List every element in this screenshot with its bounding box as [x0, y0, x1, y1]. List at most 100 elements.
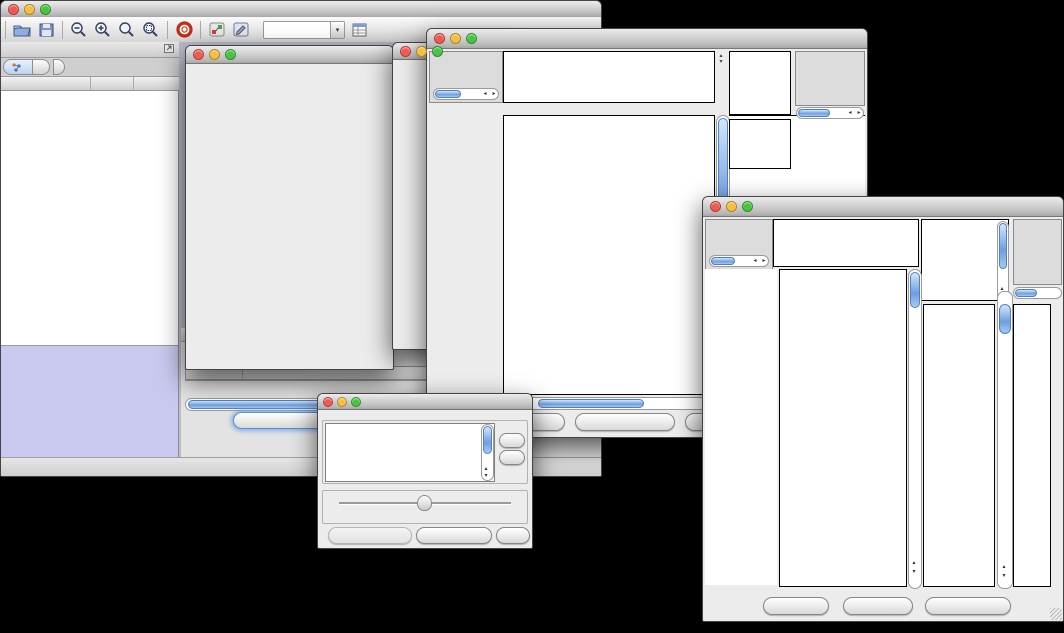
- usage-hints-scrollbar[interactable]: [1013, 287, 1062, 299]
- scroll-right-icon[interactable]: ▸: [855, 110, 863, 116]
- animate-vizmap-button[interactable]: [328, 527, 412, 544]
- help-icon[interactable]: [173, 20, 195, 40]
- attribute-list-scrollbar[interactable]: ▴ ▾: [481, 424, 494, 481]
- close-button[interactable]: [434, 33, 445, 44]
- zoom-heatmap-panel[interactable]: [923, 304, 995, 587]
- zoom-button[interactable]: [351, 397, 361, 407]
- scroll-thumb[interactable]: [999, 223, 1007, 269]
- move-up-button[interactable]: [499, 433, 525, 448]
- modify-network-icon[interactable]: [206, 20, 228, 40]
- close-button[interactable]: [193, 49, 204, 60]
- export-graphics-button[interactable]: [575, 413, 675, 431]
- close-button[interactable]: [710, 201, 721, 212]
- scroll-right-icon[interactable]: ▸: [760, 258, 768, 264]
- minimize-button[interactable]: [209, 49, 220, 60]
- scroll-down-icon[interactable]: ▾: [482, 473, 490, 479]
- zoom-button[interactable]: [742, 201, 753, 212]
- zoom-in-icon[interactable]: [92, 20, 114, 40]
- treeview2-titlebar[interactable]: [703, 197, 1063, 217]
- birdseye-canvas[interactable]: [1, 346, 178, 458]
- close-button[interactable]: [323, 397, 333, 407]
- scroll-thumb[interactable]: [910, 272, 920, 308]
- annotation-icon[interactable]: [230, 20, 252, 40]
- zoom-selected-icon[interactable]: [140, 20, 162, 40]
- zoom-button[interactable]: [432, 46, 443, 57]
- search-input[interactable]: [264, 23, 330, 36]
- scroll-thumb[interactable]: [435, 90, 461, 98]
- done-button[interactable]: [496, 527, 530, 544]
- col-nodes[interactable]: [91, 77, 134, 90]
- minimize-button[interactable]: [450, 33, 461, 44]
- column-dendrogram-panel[interactable]: [503, 51, 715, 103]
- row-dendrogram-canvas[interactable]: [429, 103, 501, 397]
- move-down-button[interactable]: [499, 450, 525, 465]
- tab-network[interactable]: [3, 59, 33, 75]
- column-labels-scrollbar[interactable]: ▴ ▾: [997, 221, 1009, 301]
- zoom-out-icon[interactable]: [68, 20, 90, 40]
- network-window-titlebar[interactable]: [186, 46, 393, 64]
- heatmap-canvas[interactable]: [780, 270, 906, 586]
- zoom-fit-icon[interactable]: [116, 20, 138, 40]
- heatmap-panel[interactable]: [779, 269, 907, 587]
- correlation-matrix-panel[interactable]: [729, 119, 791, 169]
- dialog-titlebar[interactable]: [318, 394, 532, 410]
- settings-button[interactable]: [763, 597, 829, 615]
- tab-vizmapper[interactable]: [33, 59, 50, 75]
- col-network[interactable]: [1, 77, 91, 90]
- birdseye-view[interactable]: [1, 345, 178, 459]
- scroll-right-icon[interactable]: ▸: [490, 91, 498, 97]
- zoom-button[interactable]: [40, 4, 51, 15]
- scroll-up-icon[interactable]: ▴: [1000, 564, 1008, 570]
- zoom-heatmap-canvas[interactable]: [924, 305, 994, 586]
- scroll-up-icon[interactable]: ▴: [910, 560, 918, 566]
- resize-grip[interactable]: [1050, 608, 1062, 620]
- scroll-thumb[interactable]: [798, 109, 830, 117]
- scroll-thumb[interactable]: [999, 304, 1011, 334]
- gene-list-scrollbar[interactable]: ▴ ▾: [997, 291, 1013, 589]
- minimize-button[interactable]: [416, 46, 427, 57]
- create-vizmap-button[interactable]: [416, 527, 492, 544]
- save-data-button[interactable]: [843, 597, 913, 615]
- scroll-left-icon[interactable]: ◂: [846, 110, 854, 116]
- attribute-list[interactable]: [325, 423, 495, 482]
- gene-list[interactable]: [1013, 304, 1051, 587]
- attribute-browser-icon[interactable]: [349, 20, 371, 40]
- minimize-button[interactable]: [337, 397, 347, 407]
- scroll-down-icon[interactable]: ▾: [910, 569, 918, 575]
- heatmap-panel[interactable]: [503, 115, 715, 395]
- col-edges[interactable]: [134, 77, 179, 90]
- close-button[interactable]: [8, 4, 19, 15]
- row-dendrogram-canvas[interactable]: [705, 269, 777, 585]
- main-titlebar[interactable]: [1, 1, 601, 18]
- scroll-thumb[interactable]: [711, 257, 735, 265]
- close-button[interactable]: [400, 46, 411, 57]
- treeview1-titlebar[interactable]: [427, 29, 867, 49]
- column-dendrogram-canvas[interactable]: [504, 52, 714, 102]
- dendrogram-zoom-arrows[interactable]: ▴▾: [716, 53, 726, 65]
- heatmap-canvas[interactable]: [504, 116, 714, 394]
- usage-hints-scrollbar[interactable]: ◂ ▸: [796, 107, 864, 119]
- scroll-left-icon[interactable]: ◂: [481, 91, 489, 97]
- search-dropdown-icon[interactable]: ▾: [330, 22, 344, 38]
- tab-overflow-button[interactable]: [53, 59, 65, 75]
- slider-thumb[interactable]: [417, 495, 432, 511]
- minimize-button[interactable]: [726, 201, 737, 212]
- minimize-button[interactable]: [24, 4, 35, 15]
- save-session-icon[interactable]: [35, 20, 57, 40]
- scroll-thumb[interactable]: [483, 426, 492, 454]
- heatmap-hscrollbar[interactable]: [503, 397, 717, 410]
- export-graphics-button[interactable]: [925, 597, 1011, 615]
- view-status-scrollbar[interactable]: ◂ ▸: [709, 255, 769, 267]
- zoom-button[interactable]: [225, 49, 236, 60]
- view-status-scrollbar[interactable]: ◂ ▸: [433, 88, 499, 100]
- heatmap-vscrollbar[interactable]: ▴ ▾: [908, 269, 922, 589]
- zoom-button[interactable]: [466, 33, 477, 44]
- float-panel-icon[interactable]: [164, 44, 174, 56]
- network-view-canvas[interactable]: [186, 64, 391, 368]
- scroll-up-icon[interactable]: ▴: [482, 466, 490, 472]
- column-dendrogram-panel[interactable]: [773, 219, 919, 267]
- scroll-thumb[interactable]: [1015, 289, 1037, 297]
- correlation-matrix-canvas[interactable]: [730, 120, 790, 168]
- scroll-down-icon[interactable]: ▾: [1000, 573, 1008, 579]
- open-session-icon[interactable]: [11, 20, 33, 40]
